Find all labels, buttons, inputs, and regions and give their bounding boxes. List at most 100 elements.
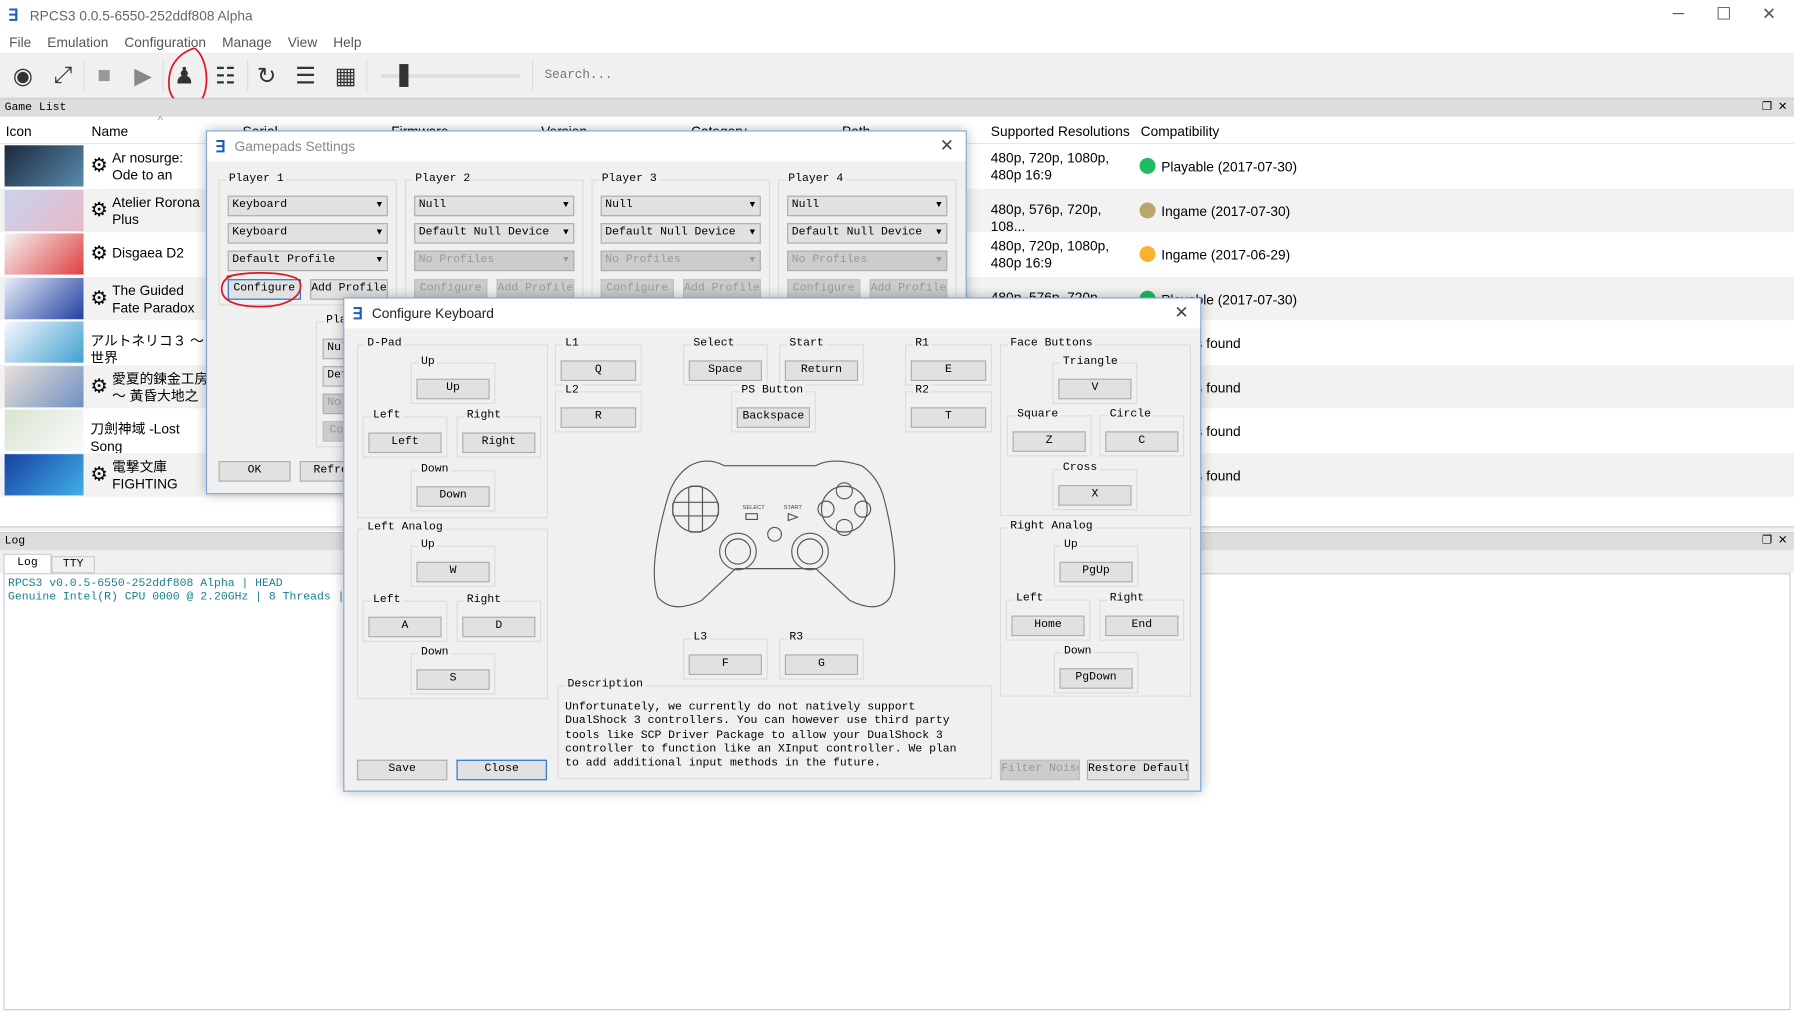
left-analog-up-key-button[interactable]: W bbox=[416, 561, 490, 583]
column-icon[interactable]: Icon bbox=[6, 124, 32, 140]
float-icon[interactable]: ❐ bbox=[1762, 533, 1772, 550]
handler-select[interactable]: Keyboard ▼ bbox=[227, 195, 388, 217]
close-dock-icon[interactable]: ✕ bbox=[1778, 100, 1788, 117]
column-name[interactable]: Name bbox=[92, 124, 129, 140]
game-name: 電撃文庫 FIGHTING CLIMAX bbox=[112, 458, 178, 492]
column-supported-resolutions[interactable]: Supported Resolutions bbox=[991, 124, 1130, 140]
chevron-down-icon: ▼ bbox=[563, 200, 569, 211]
menu-help[interactable]: Help bbox=[333, 34, 361, 50]
dpad-down-group: Down Down bbox=[410, 463, 496, 512]
minimize-button[interactable]: ─ bbox=[1673, 3, 1684, 21]
right-analog-right-key-button[interactable]: End bbox=[1105, 615, 1179, 637]
menu-file[interactable]: File bbox=[9, 34, 31, 50]
left-analog-down-key-button[interactable]: S bbox=[416, 669, 490, 690]
left-analog-right-key-button[interactable]: D bbox=[462, 616, 536, 638]
triangle-group: Triangle V bbox=[1052, 355, 1138, 404]
dpad-right-key-button[interactable]: Right bbox=[462, 432, 536, 454]
tab-tty[interactable]: TTY bbox=[51, 556, 95, 574]
start-key-button[interactable]: Return bbox=[784, 360, 859, 381]
stop-icon[interactable]: ■ bbox=[90, 62, 117, 88]
circle-group: Circle C bbox=[1099, 408, 1185, 457]
zoom-slider-handle[interactable] bbox=[399, 64, 409, 87]
close-icon[interactable]: ✕ bbox=[1174, 299, 1188, 329]
float-icon[interactable]: ❐ bbox=[1762, 100, 1772, 117]
fullscreen-icon[interactable]: ⤢ bbox=[49, 62, 76, 88]
left-analog-left-key-button[interactable]: A bbox=[368, 616, 442, 638]
r2-group: R2 T bbox=[904, 384, 992, 433]
chevron-down-icon: ▼ bbox=[376, 255, 383, 266]
restore-defaults-button[interactable]: Restore Defaults bbox=[1086, 759, 1189, 781]
list-view-icon[interactable]: ☰ bbox=[292, 63, 319, 88]
dpad-right-group: Right Right bbox=[456, 409, 542, 458]
triangle-key-button[interactable]: V bbox=[1058, 378, 1132, 400]
tab-log[interactable]: Log bbox=[3, 553, 52, 574]
description-group: Description Unfortunately, we currently … bbox=[557, 678, 992, 780]
close-button[interactable]: ✕ bbox=[1762, 3, 1776, 24]
cross-key-button[interactable]: X bbox=[1058, 485, 1132, 506]
save-button[interactable]: Save bbox=[356, 759, 448, 781]
device-select[interactable]: Default Null Device ▼ bbox=[600, 223, 761, 244]
close-button[interactable]: Close bbox=[456, 759, 547, 781]
player-label: Player 1 bbox=[226, 172, 287, 186]
chevron-down-icon: ▼ bbox=[563, 255, 569, 266]
supported-resolutions: 480p, 720p, 1080p, 480p 16:9 bbox=[990, 149, 1110, 184]
player-2-group: Player 2 Null ▼ Default Null Device ▼ No P… bbox=[405, 172, 584, 306]
r3-key-button[interactable]: G bbox=[784, 654, 859, 676]
game-icon bbox=[4, 453, 84, 495]
handler-select[interactable]: Null ▼ bbox=[787, 195, 948, 217]
ps-key-button[interactable]: Backspace bbox=[736, 407, 811, 428]
device-select[interactable]: Default Null Device ▼ bbox=[414, 223, 575, 244]
right-analog-up-key-button[interactable]: PgUp bbox=[1059, 561, 1133, 583]
compatibility: Playable (2017-07-30) bbox=[1161, 159, 1298, 176]
l1-key-button[interactable]: Q bbox=[560, 360, 637, 381]
l3-key-button[interactable]: F bbox=[688, 654, 762, 676]
dialog-title: Configure Keyboard bbox=[371, 305, 494, 322]
open-icon[interactable]: ◉ bbox=[9, 63, 36, 88]
device-select[interactable]: Default Null Device ▼ bbox=[787, 223, 948, 244]
close-dock-icon[interactable]: ✕ bbox=[1778, 533, 1788, 550]
maximize-button[interactable]: ☐ bbox=[1716, 3, 1731, 24]
right-analog-down-key-button[interactable]: PgDown bbox=[1059, 668, 1133, 689]
compat-status-dot bbox=[1139, 201, 1156, 218]
handler-select[interactable]: Null ▼ bbox=[600, 195, 761, 217]
play-icon[interactable]: ▶ bbox=[129, 63, 156, 88]
controller-select-label: SELECT bbox=[743, 505, 766, 511]
menu-view[interactable]: View bbox=[288, 34, 318, 50]
left-analog-right-group: Right D bbox=[456, 593, 542, 642]
game-name: Ar nosurge: Ode to an Unborn Star bbox=[112, 149, 184, 184]
right-analog-down-group: Down PgDown bbox=[1053, 645, 1139, 694]
square-key-button[interactable]: Z bbox=[1012, 431, 1086, 452]
chevron-down-icon: ▼ bbox=[749, 227, 756, 238]
search-input[interactable] bbox=[544, 64, 888, 87]
gear-icon: ⚙ bbox=[90, 374, 108, 397]
refresh-icon[interactable]: ↻ bbox=[253, 63, 280, 88]
right-analog-left-key-button[interactable]: Home bbox=[1011, 615, 1085, 637]
r1-key-button[interactable]: E bbox=[910, 360, 987, 381]
window-title: RPCS3 0.0.5-6550-252ddf808 Alpha bbox=[29, 8, 253, 25]
chevron-down-icon: ▼ bbox=[376, 200, 383, 211]
player-3-group: Player 3 Null ▼ Default Null Device ▼ No P… bbox=[591, 172, 770, 306]
ok-button[interactable]: OK bbox=[218, 461, 291, 482]
l2-key-button[interactable]: R bbox=[560, 407, 637, 428]
toolbar: ◉ ⤢ ■ ▶ ♟ ☷ ↻ ☰ ▦ bbox=[0, 52, 1794, 99]
menu-bar: File Emulation Configuration Manage View Help bbox=[0, 32, 1794, 53]
dpad-down-key-button[interactable]: Down bbox=[416, 486, 490, 507]
square-group: Square Z bbox=[1006, 408, 1092, 457]
dpad-left-key-button[interactable]: Left bbox=[368, 432, 442, 454]
game-name: Disgaea D2 bbox=[112, 244, 184, 261]
right-analog-left-group: Left Home bbox=[1005, 592, 1091, 641]
device-select[interactable]: Keyboard ▼ bbox=[227, 223, 388, 244]
menu-manage[interactable]: Manage bbox=[222, 34, 272, 50]
close-icon[interactable]: ✕ bbox=[940, 132, 954, 162]
grid-view-icon[interactable]: ▦ bbox=[332, 63, 359, 88]
circle-key-button[interactable]: C bbox=[1105, 431, 1179, 452]
menu-emulation[interactable]: Emulation bbox=[47, 34, 108, 50]
player-4-group: Player 4 Null ▼ Default Null Device ▼ No P… bbox=[777, 172, 957, 306]
r2-key-button[interactable]: T bbox=[910, 407, 987, 428]
gear-icon: ⚙ bbox=[90, 154, 108, 177]
handler-select[interactable]: Null ▼ bbox=[414, 195, 575, 217]
column-compatibility[interactable]: Compatibility bbox=[1141, 124, 1220, 140]
app-logo-icon: ∃ bbox=[8, 5, 19, 25]
dpad-up-key-button[interactable]: Up bbox=[416, 378, 490, 400]
select-key-button[interactable]: Space bbox=[688, 360, 762, 381]
